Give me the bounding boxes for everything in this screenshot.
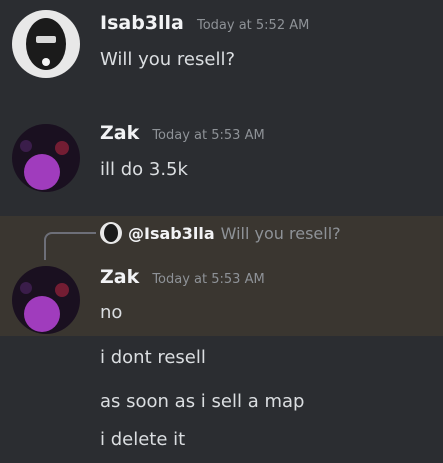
message-text: i delete it — [100, 429, 186, 450]
timestamp: Today at 5:53 AM — [152, 128, 265, 143]
message-zak-1: Zak Today at 5:53 AM ill do 3.5k — [0, 110, 443, 210]
message-zak-2 — [0, 216, 443, 463]
message-text: Will you resell? — [100, 49, 236, 70]
username[interactable]: Zak — [100, 266, 139, 288]
reply-mention[interactable]: @Isab3lla — [128, 224, 215, 243]
avatar[interactable] — [12, 10, 80, 78]
message-isab3lla: Isab3lla Today at 5:52 AM Will you resel… — [0, 0, 443, 110]
timestamp: Today at 5:52 AM — [196, 18, 310, 33]
timestamp: Today at 5:53 AM — [152, 272, 265, 287]
reply-preview[interactable]: @Isab3lla Will you resell? — [100, 222, 341, 244]
message-text: no — [100, 302, 123, 323]
message-text: i dont resell — [100, 347, 206, 368]
message-text: ill do 3.5k — [100, 159, 188, 180]
reply-avatar — [100, 222, 122, 244]
username[interactable]: Zak — [100, 122, 139, 144]
user-avatar-icon — [12, 266, 80, 334]
reply-text: Will you resell? — [220, 223, 341, 243]
username[interactable]: Isab3lla — [100, 12, 184, 34]
user-avatar-icon — [100, 222, 122, 244]
user-avatar-icon — [12, 124, 80, 192]
user-avatar-icon — [12, 10, 80, 78]
message-text: as soon as i sell a map — [100, 391, 305, 412]
avatar[interactable] — [12, 266, 80, 334]
avatar[interactable] — [12, 124, 80, 192]
